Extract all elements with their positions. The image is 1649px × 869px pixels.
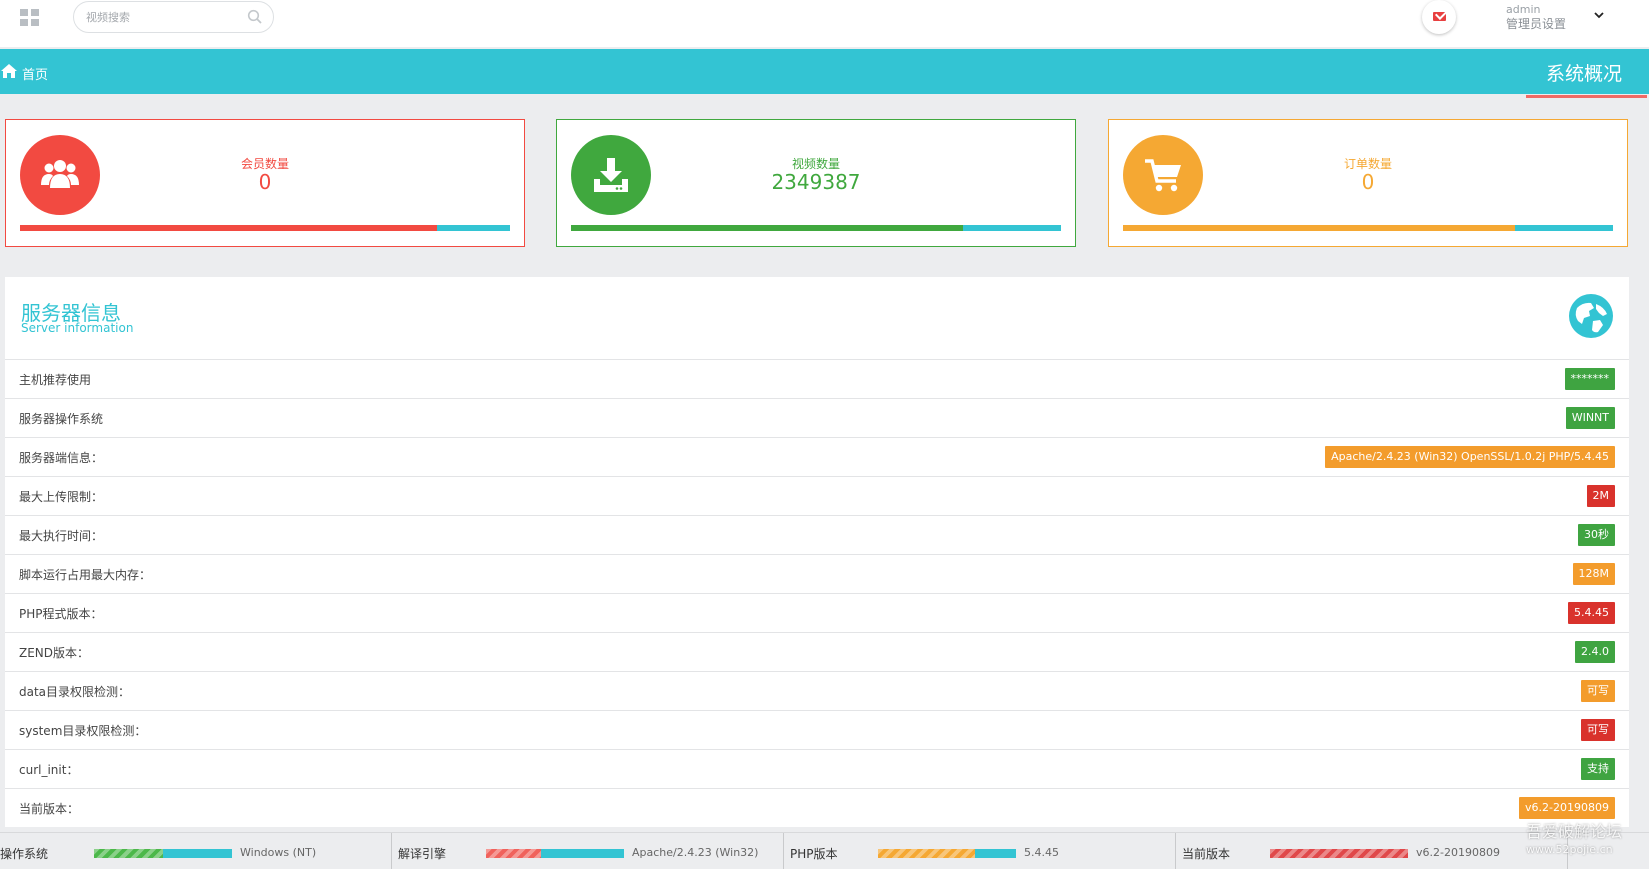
- search-icon[interactable]: [247, 9, 263, 25]
- breadcrumb-home[interactable]: 首页: [22, 64, 48, 83]
- mail-button[interactable]: [1422, 0, 1456, 34]
- stat-card-members: 会员数量 0: [5, 119, 525, 247]
- status-badge: 可写: [1581, 719, 1615, 741]
- table-row: data目录权限检测： 可写: [5, 671, 1629, 710]
- title-underline: [1526, 95, 1647, 98]
- server-info-panel: 服务器信息 Server information 主机推荐使用 ******* 服务…: [5, 277, 1629, 827]
- row-label: 当前版本：: [19, 802, 80, 816]
- row-label: 最大执行时间：: [19, 529, 104, 543]
- footer-label: PHP版本: [790, 847, 838, 861]
- footer-progress: [94, 849, 232, 858]
- status-badge: 5.4.45: [1568, 602, 1615, 624]
- watermark-url: www.52pojie.cn: [1526, 843, 1613, 856]
- table-row: 服务器端信息： Apache/2.4.23 (Win32) OpenSSL/1.0…: [5, 437, 1629, 476]
- stat-value: 0: [1361, 170, 1375, 194]
- search-box: [73, 1, 274, 33]
- status-badge: 2.4.0: [1575, 641, 1615, 663]
- footer-progress: [878, 849, 1016, 858]
- stat-value: 2349387: [771, 170, 861, 194]
- footer-status-item: 当前版本 v6.2-20190809: [1176, 833, 1568, 869]
- row-label: data目录权限检测：: [19, 685, 131, 699]
- breadcrumb-bar: 首页 系统概况: [0, 49, 1649, 94]
- status-badge: WINNT: [1565, 407, 1615, 429]
- status-badge: 支持: [1581, 758, 1615, 780]
- status-badge: 可写: [1581, 680, 1615, 702]
- server-info-list: 主机推荐使用 ******* 服务器操作系统 WINNT 服务器端信息： Apache/2…: [5, 359, 1629, 827]
- table-row: 最大上传限制： 2M: [5, 476, 1629, 515]
- envelope-icon: [1433, 12, 1446, 21]
- top-bar: admin 管理员设置: [0, 0, 1649, 47]
- status-badge: 128M: [1572, 563, 1615, 585]
- footer-status-item: 解译引擎 Apache/2.4.23 (Win32): [392, 833, 784, 869]
- stat-card-orders: 订单数量 0: [1108, 119, 1628, 247]
- stat-value: 0: [258, 170, 272, 194]
- row-label: PHP程式版本：: [19, 607, 103, 621]
- row-label: 服务器操作系统: [19, 412, 104, 426]
- stat-card-videos: 视频数量 2349387: [556, 119, 1076, 247]
- admin-menu[interactable]: admin 管理员设置: [1506, 3, 1566, 31]
- table-row: 脚本运行占用最大内存： 128M: [5, 554, 1629, 593]
- row-label: 脚本运行占用最大内存：: [19, 568, 152, 582]
- globe-icon: [1569, 294, 1613, 338]
- table-row: system目录权限检测： 可写: [5, 710, 1629, 749]
- watermark-text: 吾爱破解论坛: [1526, 822, 1623, 841]
- table-row: PHP程式版本： 5.4.45: [5, 593, 1629, 632]
- row-label: system目录权限检测：: [19, 724, 147, 738]
- chevron-down-icon[interactable]: [1594, 10, 1604, 20]
- stat-progress: [20, 225, 510, 231]
- footer-progress: [486, 849, 624, 858]
- footer-value: Windows (NT): [240, 846, 317, 859]
- status-badge: *******: [1564, 368, 1615, 390]
- footer-status-item: PHP版本 5.4.45: [784, 833, 1176, 869]
- row-label: 最大上传限制：: [19, 490, 104, 504]
- home-icon: [1, 64, 17, 78]
- footer-status-item: 操作系统 Windows (NT): [0, 833, 392, 869]
- footer-progress: [1270, 849, 1408, 858]
- footer-label: 操作系统: [0, 847, 49, 861]
- page-title: 系统概况: [1546, 63, 1623, 85]
- footer-value: v6.2-20190809: [1416, 846, 1500, 859]
- footer-label: 解译引擎: [398, 847, 447, 861]
- admin-name: admin: [1506, 3, 1541, 16]
- table-row: 最大执行时间： 30秒: [5, 515, 1629, 554]
- stat-progress: [1123, 225, 1613, 231]
- row-label: 主机推荐使用: [19, 373, 92, 387]
- row-label: 服务器端信息：: [19, 451, 104, 465]
- footer-value: Apache/2.4.23 (Win32): [632, 846, 759, 859]
- table-row: 服务器操作系统 WINNT: [5, 398, 1629, 437]
- row-label: ZEND版本：: [19, 646, 90, 660]
- table-row: 当前版本： v6.2-20190809: [5, 788, 1629, 827]
- status-badge: Apache/2.4.23 (Win32) OpenSSL/1.0.2j PHP…: [1325, 446, 1615, 468]
- search-input[interactable]: [86, 9, 236, 25]
- status-footer: 操作系统 Windows (NT) 解译引擎 Apache/2.4.23 (Win32…: [0, 832, 1649, 869]
- menu-grid-icon[interactable]: [20, 9, 39, 26]
- admin-role: 管理员设置: [1506, 17, 1567, 31]
- table-row: ZEND版本： 2.4.0: [5, 632, 1629, 671]
- footer-value: 5.4.45: [1024, 846, 1059, 859]
- status-badge: 2M: [1586, 485, 1615, 507]
- footer-label: 当前版本: [1182, 847, 1231, 861]
- status-badge: 30秒: [1578, 524, 1615, 546]
- stat-progress: [571, 225, 1061, 231]
- panel-subtitle: Server information: [21, 321, 134, 335]
- table-row: 主机推荐使用 *******: [5, 359, 1629, 398]
- row-label: curl_init：: [19, 763, 79, 777]
- table-row: curl_init： 支持: [5, 749, 1629, 788]
- status-badge: v6.2-20190809: [1519, 797, 1615, 819]
